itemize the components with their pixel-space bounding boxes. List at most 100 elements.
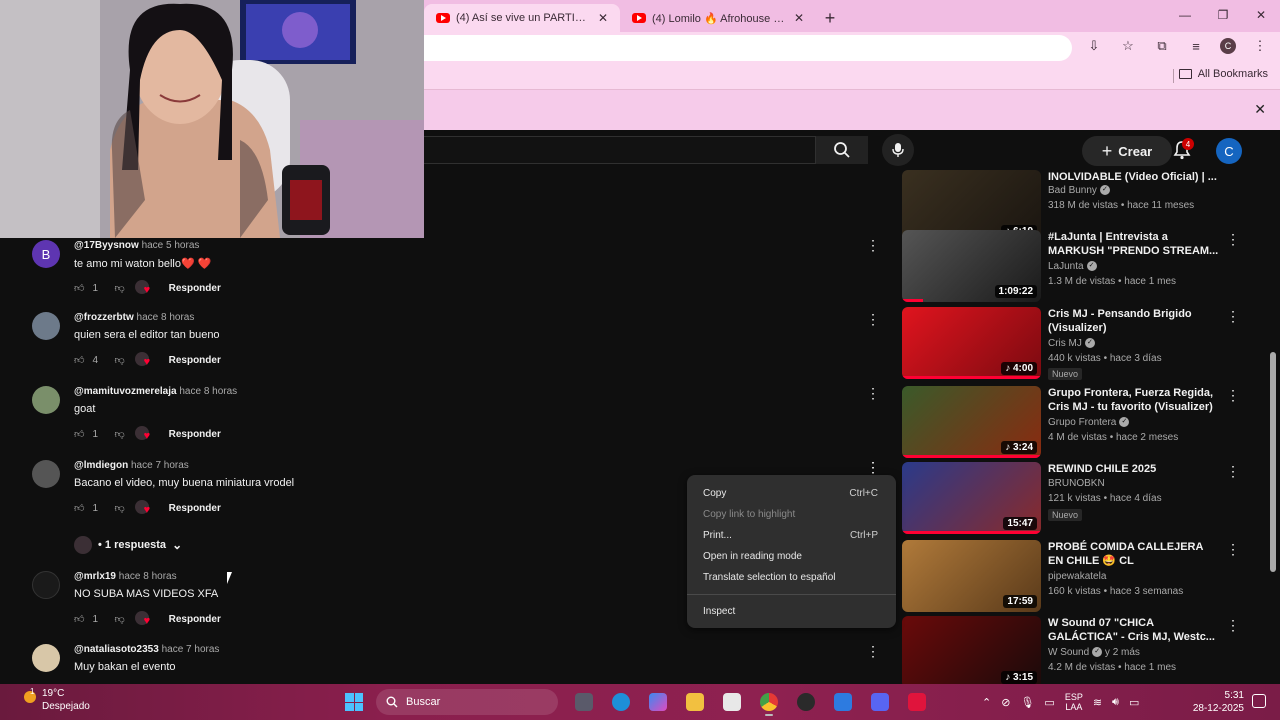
video-menu-icon[interactable]: ⋮ [1226,618,1240,632]
notification-center-icon[interactable] [1252,694,1266,708]
scrollbar[interactable] [1268,130,1280,684]
video-title[interactable]: Grupo Frontera, Fuerza Regida, Cris MJ -… [1048,386,1220,414]
tab-inactive[interactable]: (4) Lomilo 🔥 Afrohouse ❌ Ale ✕ [620,4,816,32]
menu-item-reading-mode[interactable]: Open in reading mode [687,546,896,567]
avatar[interactable] [32,386,60,414]
omnibox[interactable] [424,35,1072,61]
video-item[interactable]: 15:47 REWIND CHILE 2025 BRUNOBKN 121 k v… [902,462,1250,538]
comment-author[interactable]: @17Byysnow [74,240,139,251]
video-item[interactable]: ♪ 4:00 Cris MJ - Pensando Brigido (Visua… [902,307,1250,383]
video-thumbnail[interactable]: ♪ 3:24 [902,386,1041,458]
comment-author[interactable]: @mamituvozmerelaja [74,386,177,397]
comment-time[interactable]: hace 8 horas [137,312,195,323]
dislike-icon[interactable]: 👎︎ [114,502,124,514]
video-channel[interactable]: pipewakatela [1048,571,1106,582]
close-window-icon[interactable]: ✕ [1242,0,1280,30]
video-item[interactable]: ♪ 3:24 Grupo Frontera, Fuerza Regida, Cr… [902,386,1250,462]
video-menu-icon[interactable]: ⋮ [1226,388,1240,402]
tray-app-icon[interactable]: ⊘ [1001,696,1010,709]
video-thumbnail[interactable]: ♪ 3:15 [902,616,1041,684]
windows-start-icon[interactable] [345,693,363,711]
app-icon[interactable] [829,688,857,716]
chrome-icon[interactable] [755,688,783,716]
create-button[interactable]: + Crear [1082,136,1172,166]
menu-item-translate[interactable]: Translate selection to español [687,567,896,588]
chevron-up-icon[interactable]: ⌃ [982,696,991,709]
video-menu-icon[interactable]: ⋮ [1226,232,1240,246]
reply-button[interactable]: Responder [169,503,221,514]
avatar[interactable]: B [32,240,60,268]
video-title[interactable]: #LaJunta | Entrevista a MARKUSH "PRENDO … [1048,230,1220,258]
video-menu-icon[interactable]: ⋮ [1226,309,1240,323]
comment-time[interactable]: hace 7 horas [162,644,220,655]
clock[interactable]: 5:31 28-12-2025 [1192,689,1244,715]
menu-item-copy[interactable]: Copy Ctrl+C [687,483,896,504]
video-menu-icon[interactable]: ⋮ [1226,464,1240,478]
scrollbar-thumb[interactable] [1270,352,1276,572]
restore-icon[interactable]: ❐ [1204,0,1242,30]
reply-button[interactable]: Responder [169,355,221,366]
close-tab-icon[interactable]: ✕ [792,11,806,25]
video-thumbnail[interactable]: ♪ 4:00 [902,307,1041,379]
menu-item-inspect[interactable]: Inspect [687,601,896,622]
bookmark-star-icon[interactable]: ☆ [1118,36,1138,56]
like-icon[interactable]: 👍︎ [74,428,84,440]
profile-avatar[interactable]: C [1220,38,1236,54]
comment-time[interactable]: hace 8 horas [119,571,177,582]
store-icon[interactable] [718,688,746,716]
comment-author[interactable]: @nataliasoto2353 [74,644,159,655]
task-view-icon[interactable] [570,688,598,716]
language-indicator[interactable]: ESP LAA [1065,692,1083,712]
video-item[interactable]: 17:59 PROBÉ COMIDA CALLEJERA EN CHILE 🤩 … [902,540,1250,616]
comment-author[interactable]: @mrlx19 [74,571,116,582]
video-title[interactable]: Cris MJ - Pensando Brigido (Visualizer) [1048,307,1220,335]
taskbar-search[interactable]: Buscar [376,689,558,715]
reply-button[interactable]: Responder [169,429,221,440]
video-title[interactable]: REWIND CHILE 2025 [1048,462,1220,476]
video-title[interactable]: INOLVIDABLE (Video Oficial) | ... [1048,170,1220,184]
extensions-icon[interactable]: ⧉ [1152,36,1172,56]
tab-active[interactable]: (4) Así se vive un PARTIDO DE S ✕ [424,4,620,32]
close-infobar-icon[interactable]: ✕ [1254,101,1266,118]
dislike-icon[interactable]: 👎︎ [114,613,124,625]
install-app-icon[interactable]: ⇩ [1084,36,1104,56]
reply-button[interactable]: Responder [169,283,221,294]
media-controls-icon[interactable]: ≡ [1186,36,1206,56]
account-avatar[interactable]: C [1216,138,1242,164]
video-channel[interactable]: LaJunta ✓ [1048,261,1097,272]
tray-app-icon[interactable]: ▭ [1044,696,1054,709]
discord-icon[interactable] [866,688,894,716]
avatar[interactable] [32,571,60,599]
wifi-icon[interactable]: ≋ [1093,696,1102,709]
comment-menu-icon[interactable]: ⋮ [866,460,880,474]
dislike-icon[interactable]: 👎︎ [114,354,124,366]
comment-author[interactable]: @frozzerbtw [74,312,134,323]
edge-icon[interactable] [607,688,635,716]
obs-icon[interactable] [792,688,820,716]
menu-item-print[interactable]: Print... Ctrl+P [687,525,896,546]
comment-menu-icon[interactable]: ⋮ [866,644,880,658]
video-thumbnail[interactable]: 17:59 [902,540,1041,612]
microphone-icon[interactable]: 🎙︎ [1020,696,1034,709]
reply-button[interactable]: Responder [169,614,221,625]
video-channel[interactable]: BRUNOBKN [1048,478,1105,489]
voice-search-button[interactable] [882,134,914,166]
view-replies-button[interactable]: • 1 respuesta ⌄ [74,536,182,554]
dislike-icon[interactable]: 👎︎ [114,282,124,294]
chrome-menu-icon[interactable]: ⋮ [1250,36,1270,56]
search-input[interactable] [424,136,816,164]
file-explorer-icon[interactable] [681,688,709,716]
minimize-icon[interactable]: — [1166,0,1204,30]
dislike-icon[interactable]: 👎︎ [114,428,124,440]
video-title[interactable]: W Sound 07 "CHICA GALÁCTICA" - Cris MJ, … [1048,616,1220,644]
like-icon[interactable]: 👍︎ [74,354,84,366]
comment-author[interactable]: @lmdiegon [74,460,128,471]
copilot-icon[interactable] [644,688,672,716]
new-tab-button[interactable]: + [816,4,844,32]
video-menu-icon[interactable]: ⋮ [1226,542,1240,556]
video-channel[interactable]: Bad Bunny ✓ [1048,185,1110,196]
avatar[interactable] [32,312,60,340]
like-icon[interactable]: 👍︎ [74,502,84,514]
video-thumbnail[interactable]: 1:09:22 [902,230,1041,302]
all-bookmarks-button[interactable]: All Bookmarks [1178,68,1268,80]
